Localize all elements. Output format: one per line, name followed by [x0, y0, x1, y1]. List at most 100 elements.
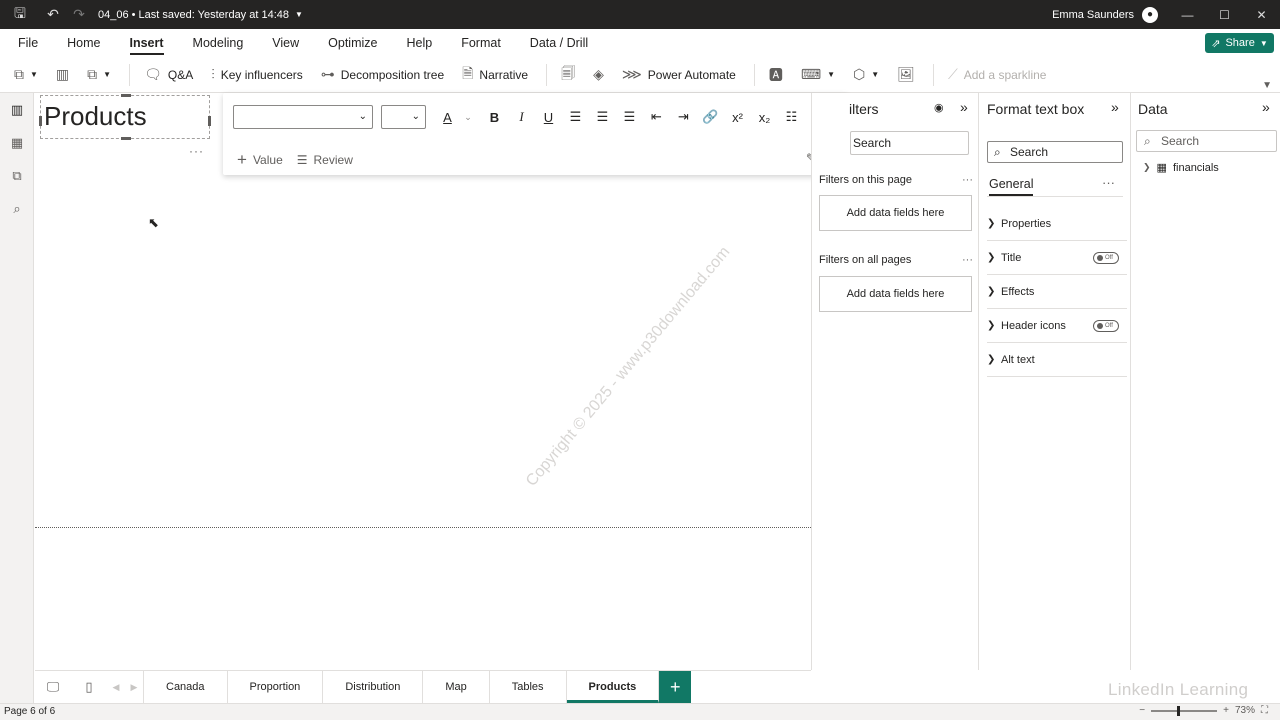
link-icon[interactable]: 🔗 — [697, 109, 724, 125]
new-visual-button[interactable]: ⧉ ▼ — [14, 66, 38, 83]
align-center-icon[interactable]: ☰ — [589, 109, 616, 125]
format-card-title[interactable]: ❯ Title Off — [987, 241, 1127, 275]
collapse-pane-icon[interactable]: » — [1111, 99, 1119, 115]
page-tab-tables[interactable]: Tables — [490, 671, 567, 703]
user-account[interactable]: Emma Saunders ● — [1052, 0, 1158, 29]
ribbon-collapse-icon[interactable]: ▼ — [1262, 80, 1272, 91]
font-size-select[interactable]: ⌄ — [381, 105, 426, 129]
power-automate-button[interactable]: ⋙ Power Automate — [622, 66, 736, 83]
bulleted-list-icon[interactable]: ☷ — [778, 109, 805, 125]
zoom-slider[interactable] — [1151, 705, 1218, 716]
header-icons-toggle[interactable]: Off — [1093, 320, 1119, 332]
tab-view[interactable]: View — [272, 29, 299, 57]
document-title[interactable]: 04_06 • Last saved: Yesterday at 14:48 ▼ — [98, 9, 303, 21]
subscript-icon[interactable]: x₂ — [751, 110, 778, 125]
visual-gallery-button[interactable]: ▥ — [56, 66, 69, 83]
add-sparkline-button[interactable]: ⟋ Add a sparkline — [948, 66, 1047, 83]
format-search-input[interactable]: ⌕ Search — [987, 141, 1123, 163]
more-options-icon[interactable]: ··· — [1102, 175, 1115, 190]
maximize-button[interactable]: ☐ — [1206, 0, 1243, 29]
format-card-properties[interactable]: ❯ Properties — [987, 207, 1127, 241]
font-family-select[interactable]: ⌄ — [233, 105, 373, 129]
bold-icon[interactable]: B — [481, 110, 508, 125]
image-button[interactable]: 🖼 — [897, 66, 915, 83]
add-value-button[interactable]: + Value — [237, 150, 283, 170]
italic-icon[interactable]: I — [508, 109, 535, 125]
resize-handle[interactable] — [121, 137, 131, 140]
zoom-out-icon[interactable]: − — [1139, 705, 1145, 716]
mobile-layout-icon[interactable]: ▯ — [71, 671, 107, 703]
redo-icon[interactable]: ↷ — [66, 0, 92, 29]
key-influencers-button[interactable]: ⫶ Key influencers — [211, 66, 303, 83]
more-visuals-button[interactable]: ⧉ ▼ — [87, 66, 111, 83]
collapse-pane-icon[interactable]: » — [960, 99, 968, 115]
font-color-icon[interactable]: A — [434, 110, 461, 125]
increase-indent-icon[interactable]: ⇥ — [670, 109, 697, 125]
minimize-button[interactable]: — — [1169, 0, 1206, 29]
eye-icon[interactable]: ◉ — [934, 101, 944, 114]
tab-insert[interactable]: Insert — [129, 29, 164, 57]
superscript-icon[interactable]: x² — [724, 110, 751, 125]
tab-home[interactable]: Home — [67, 29, 100, 57]
dax-query-view-icon[interactable]: ⌕ — [0, 192, 34, 225]
page-tab-canada[interactable]: Canada — [143, 671, 228, 703]
paginated-report-button[interactable]: 🗐 — [561, 63, 575, 87]
more-options-icon[interactable]: ··· — [962, 174, 973, 186]
table-view-icon[interactable]: ▦ — [0, 126, 34, 159]
page-tab-distribution[interactable]: Distribution — [323, 671, 424, 703]
filters-search-input[interactable]: Search — [850, 131, 969, 155]
format-card-alt-text[interactable]: ❯ Alt text — [987, 343, 1127, 377]
table-item-financials[interactable]: ❯ ▦ financials — [1143, 161, 1219, 175]
tab-help[interactable]: Help — [406, 29, 432, 57]
narrative-button[interactable]: 🗎 Narrative — [462, 63, 528, 87]
close-button[interactable]: ✕ — [1243, 0, 1280, 29]
resize-handle[interactable] — [208, 116, 211, 126]
tab-data-drill[interactable]: Data / Drill — [530, 29, 588, 57]
add-page-button[interactable]: + — [659, 671, 692, 703]
text-box-content[interactable]: Products — [44, 101, 147, 132]
report-canvas[interactable]: Products ··· ⬉ Copyright © 2025 - www.p3… — [35, 93, 811, 670]
text-box-button[interactable]: 🅰 — [769, 65, 783, 85]
qa-button[interactable]: 🗨 Q&A — [144, 66, 193, 83]
page-tab-proportion[interactable]: Proportion — [228, 671, 324, 703]
align-right-icon[interactable]: ☰ — [616, 109, 643, 125]
undo-icon[interactable]: ↶ — [40, 0, 66, 29]
align-left-icon[interactable]: ☰ — [562, 109, 589, 125]
more-options-icon[interactable]: ··· — [962, 254, 973, 266]
fit-to-page-icon[interactable]: ⛶ — [1261, 705, 1268, 716]
previous-page-icon[interactable]: ◀ — [107, 671, 125, 703]
shapes-button[interactable]: ⬡ ▼ — [853, 66, 879, 83]
tab-format[interactable]: Format — [461, 29, 501, 57]
decrease-indent-icon[interactable]: ⇤ — [643, 109, 670, 125]
save-icon[interactable]: 🖫 — [0, 0, 40, 29]
tab-optimize[interactable]: Optimize — [328, 29, 377, 57]
desktop-layout-icon[interactable]: 🖵 — [35, 671, 71, 703]
title-toggle[interactable]: Off — [1093, 252, 1119, 264]
data-search-input[interactable]: ⌕ Search — [1136, 130, 1277, 152]
page-tab-products[interactable]: Products — [566, 671, 660, 703]
underline-icon[interactable]: U — [535, 110, 562, 125]
buttons-button[interactable]: ⌨ ▼ — [801, 66, 835, 83]
resize-handle[interactable] — [121, 94, 131, 97]
tab-file[interactable]: File — [18, 29, 38, 57]
resize-handle[interactable] — [39, 116, 42, 126]
share-button[interactable]: ⇗ Share ▼ — [1205, 33, 1274, 53]
all-pages-filters-drop-zone[interactable]: Add data fields here — [819, 276, 972, 312]
review-button[interactable]: ☰ Review — [297, 153, 353, 167]
report-view-icon[interactable]: ▥ — [0, 93, 34, 126]
decomposition-tree-button[interactable]: ⊶ Decomposition tree — [321, 66, 444, 83]
format-card-effects[interactable]: ❯ Effects — [987, 275, 1127, 309]
tab-modeling[interactable]: Modeling — [193, 29, 244, 57]
more-options-icon[interactable]: ··· — [189, 144, 204, 158]
tab-general[interactable]: General — [989, 177, 1034, 196]
format-card-header-icons[interactable]: ❯ Header icons Off — [987, 309, 1127, 343]
next-page-icon[interactable]: ▶ — [125, 671, 143, 703]
chevron-down-icon[interactable]: ⌄ — [461, 112, 475, 123]
page-filters-drop-zone[interactable]: Add data fields here — [819, 195, 972, 231]
zoom-slider-thumb[interactable] — [1177, 705, 1181, 716]
page-tab-map[interactable]: Map — [423, 671, 490, 703]
power-apps-button[interactable]: ◈ — [593, 66, 604, 83]
text-box-visual[interactable]: Products ··· — [39, 94, 211, 158]
model-view-icon[interactable]: ⧉ — [0, 159, 34, 192]
collapse-pane-icon[interactable]: » — [1262, 99, 1270, 115]
